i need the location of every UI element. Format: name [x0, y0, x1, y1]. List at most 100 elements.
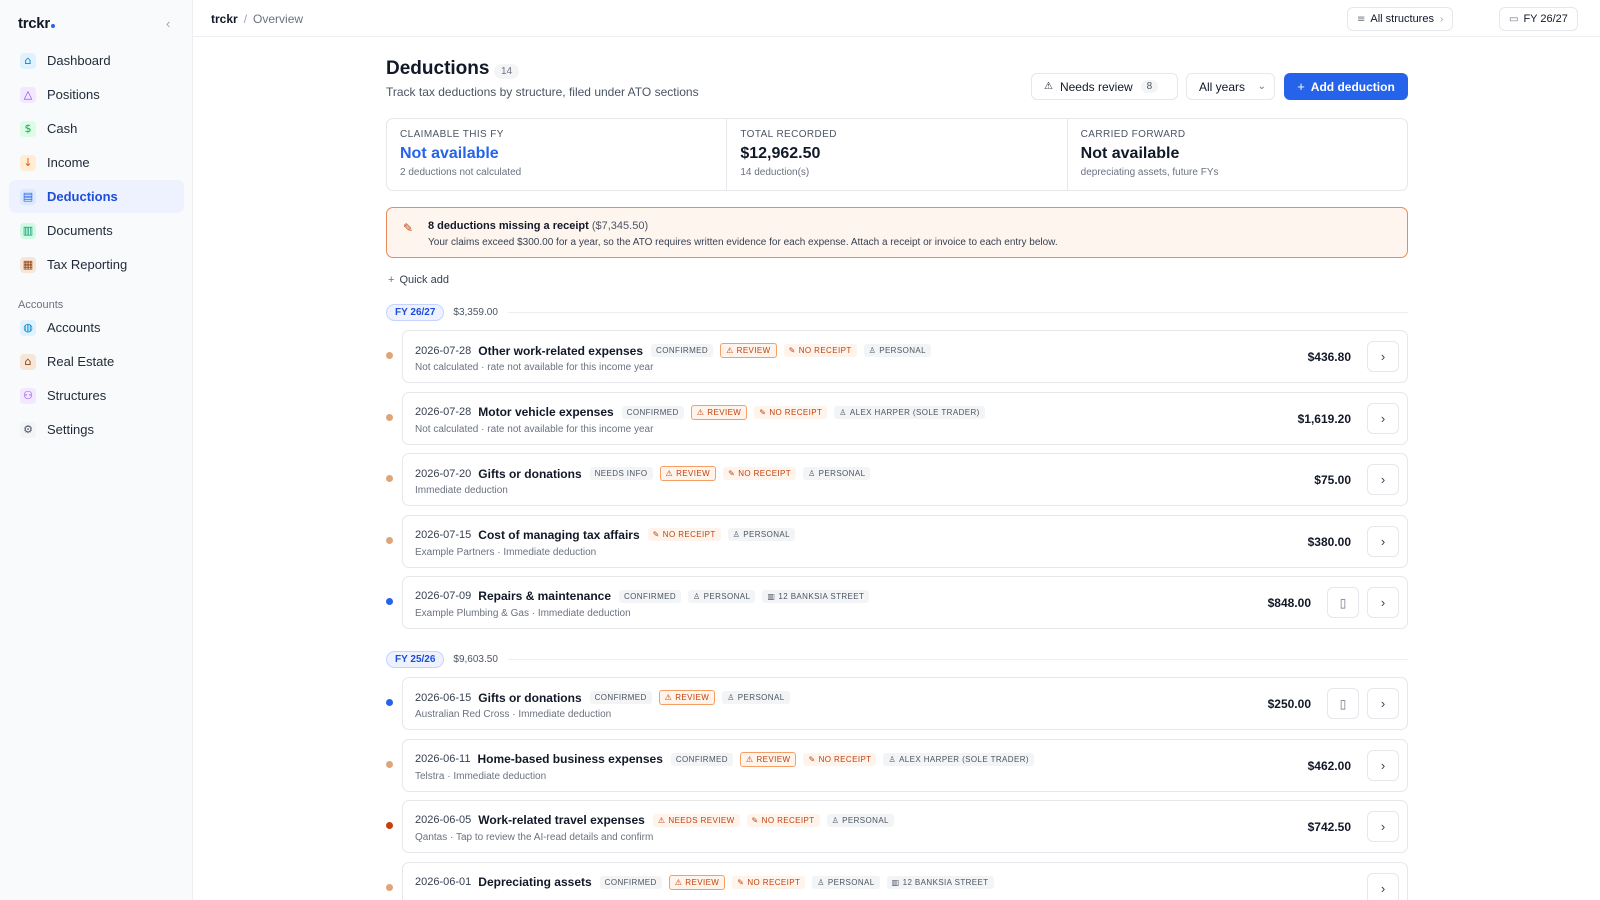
owner-tag: ♙ PERSONAL	[812, 875, 880, 889]
deduction-row[interactable]: 2026-07-28 Other work-related expenses CON…	[402, 330, 1408, 383]
deduction-row[interactable]: 2026-06-11 Home-based business expenses CO…	[402, 738, 1408, 792]
status-dot	[386, 822, 393, 829]
stat-value: Not available	[1080, 145, 1180, 162]
app-logo[interactable]: trckr	[18, 15, 55, 32]
status-dot	[386, 699, 393, 706]
deduction-row[interactable]: 2026-07-15 Cost of managing tax affairs ✎ N…	[402, 514, 1408, 568]
deduction-date: 2026-06-01	[415, 876, 472, 888]
chevron-right-icon[interactable]: ›	[1367, 402, 1399, 434]
deduction-row-header: 2026-07-09 Repairs & maintenance CONFIRMED…	[415, 589, 876, 603]
chevron-right-icon[interactable]: ›	[1367, 811, 1399, 842]
chevron-right-icon[interactable]: ›	[1367, 749, 1399, 781]
stat-sub: 14 deduction(s)	[740, 167, 810, 178]
tag-text: REVIEW	[736, 346, 771, 355]
tag-text: NO RECEIPT	[769, 407, 823, 417]
sidebar-item-income[interactable]: ↓ Income	[9, 146, 184, 179]
tag-text: CONFIRMED	[604, 877, 657, 887]
deduction-title: Gifts or donations	[478, 466, 582, 481]
sidebar-item-accounts[interactable]: ◍ Accounts	[9, 311, 184, 344]
review-tag: ⚠ REVIEW	[690, 404, 748, 420]
needs-review-button[interactable]: ⚠ Needs review 8	[1031, 73, 1178, 100]
sidebar-item-tax-reporting[interactable]: ▦ Tax Reporting	[9, 248, 184, 281]
sidebar-item-label: Real Estate	[47, 354, 115, 369]
tag-text: PERSONAL	[703, 591, 751, 601]
tag-text: CONFIRMED	[675, 754, 728, 764]
calendar-icon: ▭	[1509, 13, 1519, 25]
building-icon: ▥	[891, 877, 900, 887]
status-tag: CONFIRMED	[621, 405, 684, 419]
warning-icon: ⚠	[674, 877, 683, 887]
plus-icon: +	[388, 274, 395, 286]
sidebar-item-dashboard[interactable]: ⌂ Dashboard	[9, 44, 184, 77]
deduction-row[interactable]: 2026-06-05 Work-related travel expenses ⚠ N…	[402, 800, 1408, 853]
alert-text: Your claims exceed $300.00 for a year, s…	[428, 237, 1058, 248]
filter-icon: ≡	[1357, 13, 1366, 25]
deduction-amount: $436.80	[1307, 350, 1351, 364]
owner-tag: ♙ PERSONAL	[863, 344, 931, 357]
chevron-down-icon: ⌄	[1257, 81, 1266, 92]
structures-filter-button[interactable]: ≡ All structures ›	[1347, 7, 1454, 31]
deduction-amount: $462.00	[1307, 758, 1351, 773]
person-icon: ♙	[888, 754, 897, 764]
deduction-row[interactable]: 2026-06-15 Gifts or donations CONFIRMED ⚠ RE…	[402, 677, 1408, 730]
tag-text: REVIEW	[676, 469, 711, 478]
sidebar-item-cash[interactable]: $ Cash	[9, 112, 184, 145]
tag-text: PERSONAL	[879, 346, 926, 355]
chevron-right-icon[interactable]: ›	[1367, 872, 1399, 900]
chevron-right-icon[interactable]: ›	[1367, 587, 1399, 618]
years-select[interactable]: All years ⌄	[1186, 73, 1275, 100]
deduction-amount: $380.00	[1307, 534, 1351, 549]
sidebar-item-settings[interactable]: ⚙ Settings	[9, 413, 184, 446]
sidebar-item-positions[interactable]: △ Positions	[9, 78, 184, 111]
deduction-subtext: Not calculated · rate not available for …	[415, 362, 654, 373]
deduction-date: 2026-06-15	[415, 691, 472, 704]
fy-selector-button[interactable]: ▭ FY 26/27	[1499, 7, 1578, 31]
deduction-date: 2026-07-20	[415, 467, 472, 480]
deduction-row[interactable]: 2026-07-20 Gifts or donations NEEDS INFO ⚠ R…	[402, 453, 1408, 506]
add-deduction-button[interactable]: + Add deduction	[1284, 73, 1408, 100]
quick-add-button[interactable]: + Quick add	[388, 274, 449, 286]
warning-icon: ⚠	[664, 693, 673, 702]
sidebar-item-documents[interactable]: ▥ Documents	[9, 214, 184, 247]
owner-tag: ♙ PERSONAL	[803, 467, 871, 480]
tag-text: 12 BANKSIA STREET	[778, 591, 865, 601]
sidebar-item-label: Deductions	[47, 189, 118, 204]
breadcrumb-root[interactable]: trckr	[211, 12, 238, 26]
receipt-document-icon[interactable]: ▯	[1327, 587, 1359, 618]
tag-text: NEEDS INFO	[594, 469, 648, 478]
warning-icon: ⚠	[696, 407, 705, 417]
receipt-document-icon[interactable]: ▯	[1327, 688, 1359, 719]
deduction-row[interactable]: 2026-07-28 Motor vehicle expenses CONFIRME…	[402, 391, 1408, 445]
sidebar-item-deductions[interactable]: ▤ Deductions	[9, 180, 184, 213]
stat-label: TOTAL RECORDED	[740, 129, 837, 140]
tag-text: REVIEW	[685, 877, 720, 887]
sidebar-item-structures[interactable]: ⚇ Structures	[9, 379, 184, 412]
person-icon: ♙	[727, 693, 735, 702]
sidebar-item-label: Structures	[47, 388, 107, 403]
sidebar-item-real-estate[interactable]: ⌂ Real Estate	[9, 345, 184, 378]
fy-divider	[507, 658, 1408, 660]
deduction-subtext: Immediate deduction	[415, 485, 508, 496]
collapse-sidebar-icon[interactable]: ‹	[166, 16, 170, 31]
fy-group-label[interactable]: FY 26/27	[386, 303, 445, 321]
paperclip-icon: ✎	[403, 221, 414, 235]
chevron-right-icon[interactable]: ›	[1367, 525, 1399, 557]
stat-carried-forward: CARRIED FORWARD Not available depreciati…	[1068, 119, 1407, 190]
status-dot	[386, 536, 393, 544]
deduction-date: 2026-07-09	[415, 590, 472, 602]
chevron-right-icon[interactable]: ›	[1367, 341, 1399, 372]
deduction-row[interactable]: 2026-07-09 Repairs & maintenance CONFIRMED…	[402, 576, 1408, 629]
deduction-row[interactable]: 2026-06-01 Depreciating assets CONFIRMED ⚠ R…	[402, 861, 1408, 900]
chevron-right-icon[interactable]: ›	[1367, 464, 1399, 495]
stat-sub: depreciating assets, future FYs	[1080, 167, 1219, 178]
paperclip-icon: ✎	[808, 754, 816, 764]
tag-text: ALEX HARPER (SOLE TRADER)	[899, 754, 1029, 764]
sidebar-item-label: Positions	[47, 87, 100, 102]
deduction-title: Motor vehicle expenses	[478, 405, 614, 419]
owner-tag: ♙ PERSONAL	[826, 813, 894, 827]
warning-icon: ⚠	[745, 754, 754, 764]
deduction-date: 2026-06-11	[415, 753, 471, 765]
status-tag: CONFIRMED	[599, 875, 662, 889]
chevron-right-icon[interactable]: ›	[1367, 688, 1399, 719]
fy-group-label[interactable]: FY 25/26	[386, 650, 445, 668]
